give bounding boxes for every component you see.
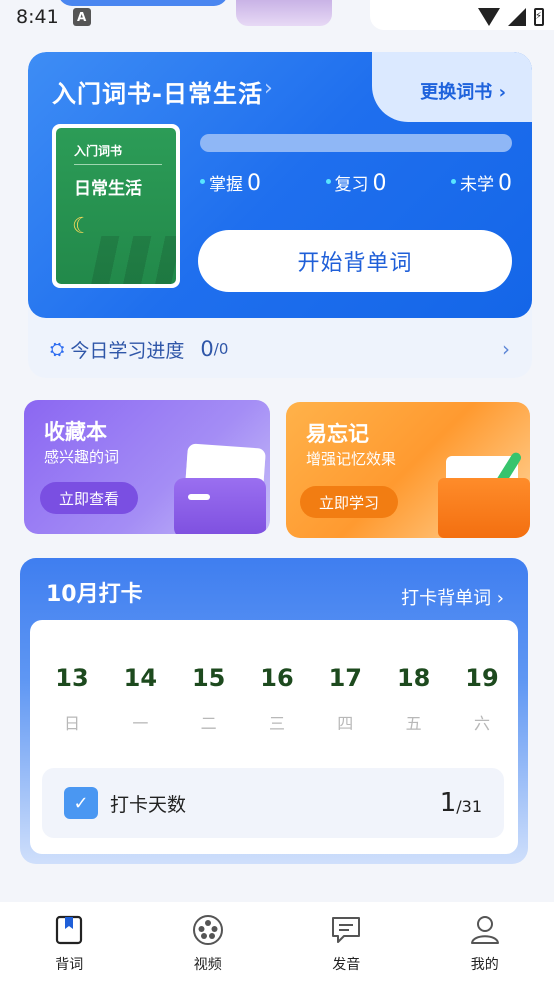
checkin-days-label: 打卡天数	[110, 793, 187, 816]
week-days: 13 日 14 一 15 二 16 三 17 四 18 五 19 六	[52, 664, 502, 734]
chevron-right-icon: ›	[498, 82, 506, 103]
nav-tab-profile[interactable]: 我的	[450, 914, 520, 974]
day-cell[interactable]: 14 一	[120, 664, 160, 734]
checkin-days-count: 1	[439, 788, 457, 818]
checkin-memorize-link[interactable]: 打卡背单词 ›	[401, 584, 504, 610]
book-card-header: 入门词书-日常生活 › 更换词书 › 入门词书 日常生活 ☾ 掌握 0 复习 0	[28, 52, 532, 318]
day-cell[interactable]: 15 二	[189, 664, 229, 734]
nav-tab-pronunciation[interactable]: 发音	[311, 914, 381, 974]
day-cell[interactable]: 16 三	[257, 664, 297, 734]
view-favorites-button[interactable]: 立即查看	[40, 482, 138, 514]
today-progress-total: /0	[213, 340, 229, 358]
status-icons	[478, 8, 544, 26]
study-forgetful-button[interactable]: 立即学习	[300, 486, 398, 518]
chevron-right-icon: ›	[502, 337, 510, 361]
wifi-icon	[478, 8, 500, 26]
bullet-dot-icon	[451, 179, 456, 184]
cover-series-label: 入门词书	[74, 144, 123, 158]
card-box-icon	[174, 443, 270, 534]
bullet-dot-icon	[200, 179, 205, 184]
status-time: 8:41	[16, 6, 59, 28]
notification-a-icon: A	[72, 8, 91, 26]
day-cell[interactable]: 19 六	[462, 664, 502, 734]
start-memorize-button[interactable]: 开始背单词	[198, 230, 512, 292]
stat-unlearned: 未学 0	[451, 170, 512, 196]
film-reel-icon	[192, 914, 224, 946]
today-progress-count: 0	[200, 337, 214, 361]
favorites-card[interactable]: 收藏本 感兴趣的词 立即查看	[24, 400, 270, 534]
book-cover[interactable]: 入门词书 日常生活 ☾	[52, 124, 180, 288]
signal-icon	[508, 8, 526, 26]
progress-chart-icon: ⛭	[50, 338, 65, 360]
battery-charging-icon	[534, 8, 544, 26]
chat-bubble-icon	[330, 914, 362, 946]
today-progress-row[interactable]: ⛭ 今日学习进度 0 /0 ›	[28, 320, 532, 378]
favorites-title: 收藏本	[44, 420, 107, 444]
nav-tab-video[interactable]: 视频	[173, 914, 243, 974]
folder-pen-icon	[432, 448, 530, 538]
forgetful-subtitle: 增强记忆效果	[306, 450, 397, 468]
forgetful-card[interactable]: 易忘记 增强记忆效果 立即学习	[286, 402, 530, 538]
cover-pattern	[90, 236, 176, 284]
book-progress-bar	[200, 134, 512, 152]
user-profile-icon	[469, 914, 501, 946]
stat-mastered: 掌握 0	[200, 170, 261, 196]
checkin-month-title: 10月打卡	[46, 582, 143, 607]
forgetful-title: 易忘记	[306, 422, 369, 446]
bookmark-book-icon	[53, 914, 85, 946]
checkin-summary: ✓ 打卡天数 1 /31	[42, 768, 504, 838]
favorites-subtitle: 感兴趣的词	[44, 448, 120, 466]
bottom-navigation: 背词 视频 发音 我的	[0, 902, 554, 986]
book-stats: 掌握 0 复习 0 未学 0	[200, 170, 512, 196]
day-cell[interactable]: 18 五	[394, 664, 434, 734]
bullet-dot-icon	[325, 179, 331, 184]
cover-divider	[74, 164, 162, 165]
nav-tab-words[interactable]: 背词	[34, 914, 104, 974]
cover-book-name: 日常生活	[74, 179, 142, 199]
stat-review: 复习 0	[325, 170, 387, 196]
chevron-right-icon: ›	[264, 76, 273, 101]
day-cell[interactable]: 13 日	[52, 664, 92, 734]
checkin-calendar: 13 日 14 一 15 二 16 三 17 四 18 五 19 六 ✓ 打卡天数 1 /31	[30, 620, 518, 854]
calendar-check-icon: ✓	[64, 787, 98, 819]
book-title[interactable]: 入门词书-日常生活	[52, 74, 263, 109]
checkin-card: 10月打卡 打卡背单词 › 13 日 14 一 15 二 16 三 17 四 18 五 19…	[20, 558, 528, 864]
status-bar: 8:41 A	[0, 0, 554, 34]
current-book-card: 入门词书-日常生活 › 更换词书 › 入门词书 日常生活 ☾ 掌握 0 复习 0	[28, 52, 532, 378]
today-progress-label: 今日学习进度	[70, 339, 185, 362]
day-cell[interactable]: 17 四	[325, 664, 365, 734]
checkin-days-total: /31	[456, 796, 482, 816]
moon-star-icon: ☾	[72, 214, 92, 239]
change-book-button[interactable]: 更换词书 ›	[420, 78, 506, 104]
